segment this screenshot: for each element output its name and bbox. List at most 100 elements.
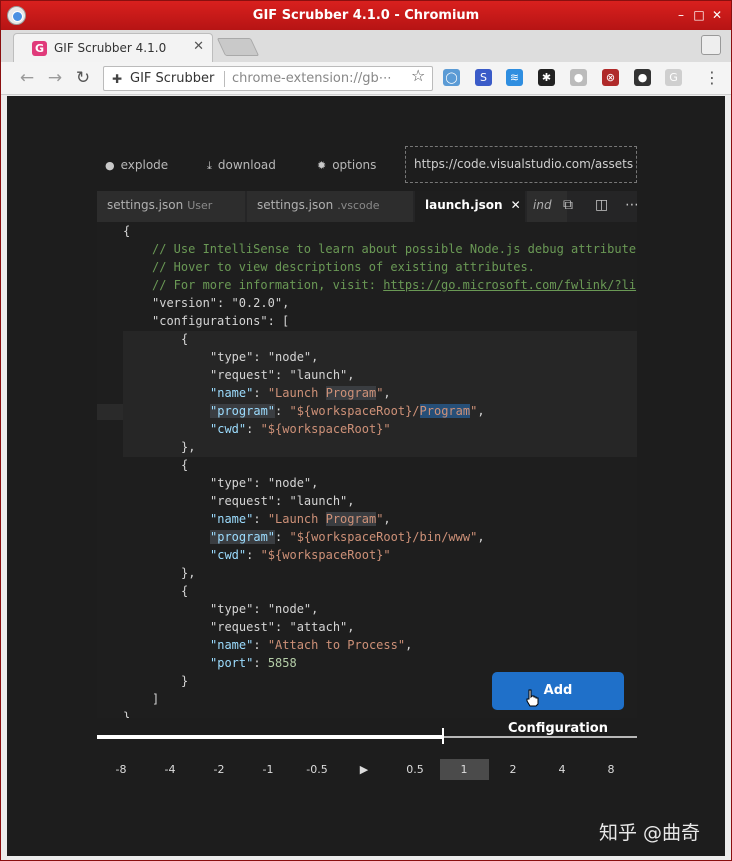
code-line: // For more information, visit: https://… [152,278,637,292]
add-configuration-button[interactable]: Add Configuration [492,672,624,736]
tab-close-icon[interactable]: ✕ [193,39,204,54]
browser-menu-icon[interactable]: ⋮ [704,68,720,87]
play-icon[interactable]: ▶ [346,759,382,780]
code-line: { [123,224,131,238]
browser-toolbar: ← → ↻ ✚ GIF Scrubber chrome-extension://… [1,62,731,95]
code-line: // Hover to view descriptions of existin… [152,260,535,274]
tab-launch-json[interactable]: launch.json ✕ [415,191,525,222]
g-ext-icon[interactable]: G [665,69,682,86]
dots-ext-icon[interactable]: ● [634,69,651,86]
gif-scrubber-favicon-icon: G [32,41,47,56]
gear-icon: ✹ [317,159,327,172]
window-title: GIF Scrubber 4.1.0 - Chromium [252,8,480,23]
options-label: options [332,158,377,172]
forward-arrow-icon[interactable]: → [45,68,65,88]
back-arrow-icon[interactable]: ← [17,68,37,88]
speed-option[interactable]: 4 [544,759,580,780]
code-line: "name": "Launch Program", [210,386,391,400]
code-line: "cwd": "${workspaceRoot}" [210,548,391,562]
speed-option[interactable]: -2 [201,759,237,780]
download-button[interactable]: ⤓ download [207,158,276,173]
code-line: { [181,584,189,598]
gif-frame-vscode-editor: settings.json User settings.json .vscode l… [97,191,637,718]
profile-icon[interactable] [701,35,721,55]
new-tab-button[interactable] [216,38,260,56]
tab-strip: G GIF Scrubber 4.1.0 ✕ [1,30,731,62]
minimize-button[interactable]: – [673,7,689,23]
speed-option[interactable]: -1 [250,759,286,780]
speed-option[interactable]: -4 [152,759,188,780]
code-line: "type": "node", [210,602,319,616]
scrubber-fill [97,735,443,739]
code-line: "request": "attach", [210,620,355,634]
drop-ext-icon[interactable]: ● [570,69,587,86]
more-actions-icon[interactable]: ⋯ [625,197,637,213]
code-line: { [181,332,189,346]
editor-tabs: settings.json User settings.json .vscode l… [97,191,637,222]
code-line: "request": "launch", [210,494,355,508]
code-line: { [181,458,189,472]
code-line: "request": "launch", [210,368,355,382]
tab-settings-vscode[interactable]: settings.json .vscode [247,191,413,222]
code-line: "version": "0.2.0", [152,296,290,310]
scrubber-handle[interactable] [442,728,444,744]
split-editor-icon[interactable]: ◫ [595,197,608,213]
tab-sublabel: .vscode [337,199,380,212]
browser-tab[interactable]: G GIF Scrubber 4.1.0 ✕ [13,33,213,62]
tab-sublabel: User [187,199,213,212]
tab-label: launch.json [425,198,503,212]
globe-ext-icon[interactable]: ⊗ [602,69,619,86]
code-line: "configurations": [ [152,314,290,328]
omnibox-separator [224,71,225,87]
code-line: "port": 5858 [210,656,297,670]
speed-option[interactable]: -8 [103,759,139,780]
explode-button[interactable]: ● explode [105,158,168,172]
download-icon: ⤓ [207,159,212,172]
code-line: "type": "node", [210,476,319,490]
omnibox-url: chrome-extension://gb⋯ [232,71,392,86]
open-changes-icon[interactable]: ⧉ [563,197,573,213]
code-line: // Use IntelliSense to learn about possi… [152,242,637,256]
close-window-button[interactable]: ✕ [709,7,725,23]
circle-ext-icon[interactable]: ◯ [443,69,460,86]
speed-option[interactable]: 8 [593,759,629,780]
speed-option[interactable]: 0.5 [397,759,433,780]
bookmark-star-icon[interactable]: ☆ [411,66,425,85]
tab-close-icon[interactable]: ✕ [511,198,521,212]
code-line: "name": "Launch Program", [210,512,391,526]
spider-ext-icon[interactable]: ✱ [538,69,555,86]
download-label: download [217,158,276,172]
tab-label: ind [533,198,552,212]
code-line: "program": "${workspaceRoot}/bin/www", [210,530,485,544]
tab-label: settings.json [257,198,334,212]
title-bar: GIF Scrubber 4.1.0 - Chromium – □ ✕ [1,1,731,30]
address-bar[interactable]: ✚ GIF Scrubber chrome-extension://gb⋯ [103,66,433,91]
code-line: "name": "Attach to Process", [210,638,413,652]
tab-label: settings.json [107,198,184,212]
options-button[interactable]: ✹ options [317,158,376,172]
speed-option[interactable]: 1 [439,759,489,780]
code-line: }, [181,440,196,454]
speed-option[interactable]: -0.5 [299,759,335,780]
speed-option[interactable]: 2 [495,759,531,780]
code-line: "program": "${workspaceRoot}/Program", [210,404,485,418]
reload-icon[interactable]: ↻ [73,68,93,88]
explode-label: explode [120,158,169,172]
s-ext-icon[interactable]: S [475,69,492,86]
tab-index-partial[interactable]: ind [527,191,567,222]
bomb-icon: ● [105,159,115,172]
maximize-button[interactable]: □ [691,7,707,23]
frame-scrubber-slider[interactable] [97,728,637,744]
gif-url-input[interactable]: https://code.visualstudio.com/assets [405,146,637,183]
hand-cursor-icon [526,689,539,707]
tab-title: GIF Scrubber 4.1.0 [54,41,167,55]
zhihu-watermark: 知乎 @曲奇 [599,822,701,844]
omnibox-site-name: GIF Scrubber [130,71,215,86]
code-area: { // Use IntelliSense to learn about pos… [97,222,637,718]
code-line: }, [181,566,196,580]
chevrons-ext-icon[interactable]: ≋ [506,69,523,86]
tab-settings-user[interactable]: settings.json User [97,191,245,222]
code-line: "type": "node", [210,350,319,364]
code-line: "cwd": "${workspaceRoot}" [210,422,391,436]
browser-window: GIF Scrubber 4.1.0 - Chromium – □ ✕ G GI… [0,0,732,861]
